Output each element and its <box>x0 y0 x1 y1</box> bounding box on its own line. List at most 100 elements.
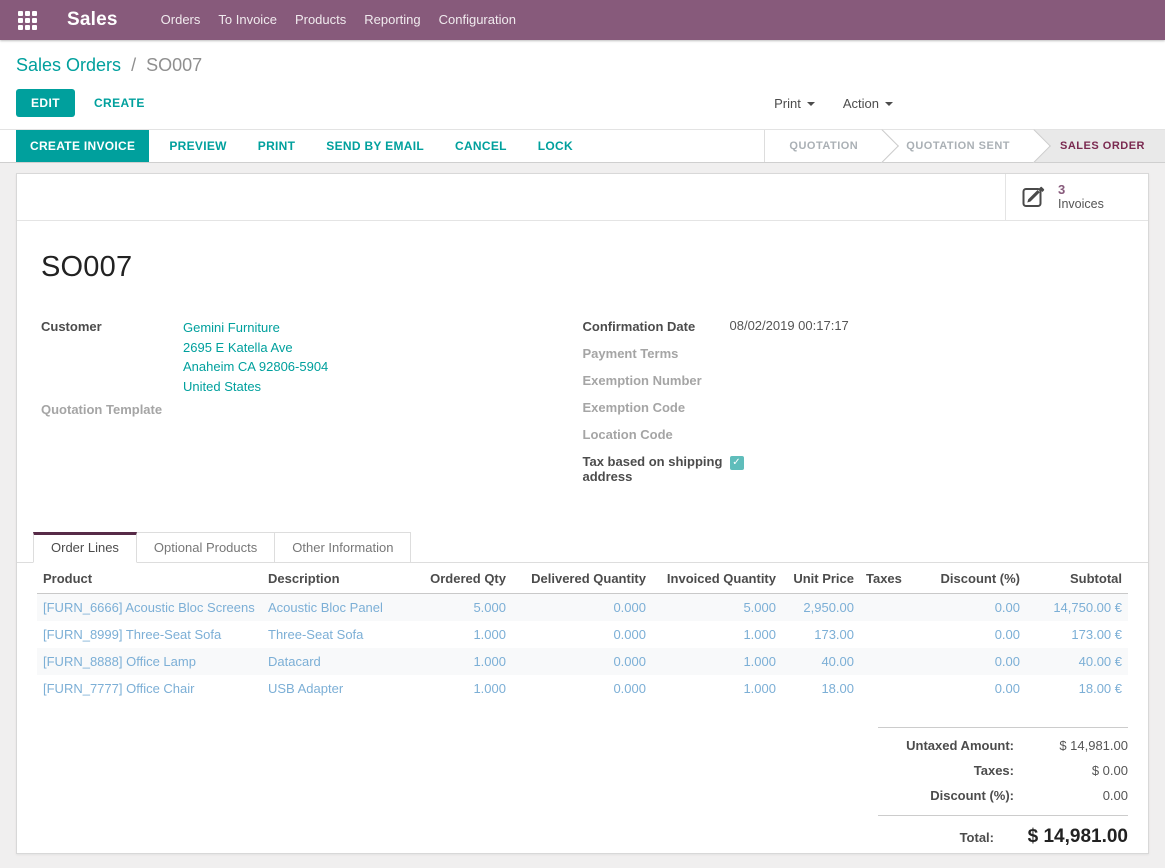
location-code-label: Location Code <box>583 426 730 442</box>
notebook-tabbar: Order Lines Optional Products Other Info… <box>17 532 1148 563</box>
cell-product: [FURN_7777] Office Chair <box>37 675 262 702</box>
control-panel: Sales Orders / SO007 EDIT CREATE Print A… <box>0 40 1165 129</box>
field-groups: Customer Gemini Furniture 2695 E Katella… <box>41 318 1124 495</box>
customer-city[interactable]: Anaheim CA 92806-5904 <box>183 357 328 377</box>
invoices-smart-button[interactable]: 3 Invoices <box>1005 174 1148 220</box>
cell-invoiced: 1.000 <box>652 621 782 648</box>
invoices-label: Invoices <box>1058 197 1104 212</box>
confirmation-date-label: Confirmation Date <box>583 318 730 334</box>
status-step-sales-order[interactable]: SALES ORDER <box>1034 130 1165 162</box>
cell-description: Three-Seat Sofa <box>262 621 417 648</box>
print-dropdown[interactable]: Print <box>774 96 815 111</box>
exemption-number-field: Exemption Number <box>583 372 1125 388</box>
breadcrumb-sales-orders[interactable]: Sales Orders <box>16 55 121 75</box>
cell-invoiced: 1.000 <box>652 675 782 702</box>
cell-description: Datacard <box>262 648 417 675</box>
cell-delivered: 0.000 <box>512 594 652 622</box>
customer-field: Customer Gemini Furniture 2695 E Katella… <box>41 318 583 396</box>
status-step-quotation-sent[interactable]: QUOTATION SENT <box>882 130 1034 162</box>
cell-taxes <box>860 648 918 675</box>
quotation-template-label: Quotation Template <box>41 401 183 417</box>
app-title: Sales <box>67 9 118 31</box>
form-view-background: 3 Invoices SO007 Customer Gemini Furnitu… <box>0 163 1165 868</box>
cell-subtotal: 173.00 € <box>1026 621 1128 648</box>
breadcrumb-separator: / <box>131 55 136 75</box>
create-invoice-button[interactable]: CREATE INVOICE <box>16 130 149 162</box>
create-button[interactable]: CREATE <box>79 89 160 117</box>
cell-subtotal: 18.00 € <box>1026 675 1128 702</box>
breadcrumb-current: SO007 <box>146 55 202 75</box>
cell-delivered: 0.000 <box>512 621 652 648</box>
table-header-row: Product Description Ordered Qty Delivere… <box>37 563 1128 594</box>
cell-description: Acoustic Bloc Panel <box>262 594 417 622</box>
form-sheet: 3 Invoices SO007 Customer Gemini Furnitu… <box>16 173 1149 854</box>
col-subtotal: Subtotal <box>1026 563 1128 594</box>
checkmark-icon: ✓ <box>732 458 740 468</box>
customer-street[interactable]: 2695 E Katella Ave <box>183 338 328 358</box>
order-line-row[interactable]: [FURN_8999] Three-Seat Sofa Three-Seat S… <box>37 621 1128 648</box>
cell-unit-price: 173.00 <box>782 621 860 648</box>
exemption-code-label: Exemption Code <box>583 399 730 415</box>
caret-down-icon <box>885 102 893 106</box>
order-reference-title: SO007 <box>41 251 1124 284</box>
location-code-field: Location Code <box>583 426 1125 442</box>
left-field-group: Customer Gemini Furniture 2695 E Katella… <box>41 318 583 495</box>
menu-products[interactable]: Products <box>286 0 355 40</box>
col-product: Product <box>37 563 262 594</box>
order-line-row[interactable]: [FURN_8888] Office Lamp Datacard 1.000 0… <box>37 648 1128 675</box>
order-line-row[interactable]: [FURN_7777] Office Chair USB Adapter 1.0… <box>37 675 1128 702</box>
menu-reporting[interactable]: Reporting <box>355 0 429 40</box>
caret-down-icon <box>807 102 815 106</box>
col-delivered-qty: Delivered Quantity <box>512 563 652 594</box>
cell-delivered: 0.000 <box>512 648 652 675</box>
taxes-value: $ 0.00 <box>1028 763 1128 778</box>
tab-order-lines[interactable]: Order Lines <box>33 532 137 563</box>
status-pipeline: QUOTATION QUOTATION SENT SALES ORDER <box>764 130 1165 162</box>
order-line-row[interactable]: [FURN_6666] Acoustic Bloc Screens Acoust… <box>37 594 1128 622</box>
discount-value: 0.00 <box>1028 788 1128 803</box>
customer-value: Gemini Furniture 2695 E Katella Ave Anah… <box>183 318 328 396</box>
menu-to-invoice[interactable]: To Invoice <box>209 0 286 40</box>
totals-block: Untaxed Amount: $ 14,981.00 Taxes: $ 0.0… <box>878 727 1128 848</box>
edit-button[interactable]: EDIT <box>16 89 75 117</box>
button-box: 3 Invoices <box>17 174 1148 221</box>
cell-taxes <box>860 621 918 648</box>
customer-country[interactable]: United States <box>183 377 328 397</box>
cell-subtotal: 14,750.00 € <box>1026 594 1128 622</box>
cell-invoiced: 5.000 <box>652 594 782 622</box>
menu-orders[interactable]: Orders <box>152 0 210 40</box>
customer-name-link[interactable]: Gemini Furniture <box>183 318 328 338</box>
col-invoiced-qty: Invoiced Quantity <box>652 563 782 594</box>
menu-configuration[interactable]: Configuration <box>430 0 525 40</box>
preview-button[interactable]: PREVIEW <box>158 130 237 162</box>
lock-button[interactable]: LOCK <box>527 130 584 162</box>
quotation-template-field: Quotation Template <box>41 401 583 417</box>
breadcrumb: Sales Orders / SO007 <box>16 55 1149 76</box>
tax-shipping-checkbox[interactable]: ✓ <box>730 456 744 470</box>
print-button[interactable]: PRINT <box>247 130 307 162</box>
cell-taxes <box>860 594 918 622</box>
print-dropdown-label: Print <box>774 96 801 111</box>
totals-divider <box>878 815 1128 816</box>
cell-unit-price: 18.00 <box>782 675 860 702</box>
cancel-button[interactable]: CANCEL <box>444 130 518 162</box>
action-dropdown[interactable]: Action <box>843 96 893 111</box>
untaxed-amount-row: Untaxed Amount: $ 14,981.00 <box>878 738 1128 753</box>
control-panel-buttons: EDIT CREATE Print Action <box>16 89 1149 117</box>
confirmation-date-field: Confirmation Date 08/02/2019 00:17:17 <box>583 318 1125 334</box>
statusbar: CREATE INVOICE PREVIEW PRINT SEND BY EMA… <box>0 129 1165 163</box>
payment-terms-field: Payment Terms <box>583 345 1125 361</box>
cell-discount: 0.00 <box>918 594 1026 622</box>
tab-optional-products[interactable]: Optional Products <box>136 532 275 563</box>
tax-shipping-label: Tax based on shipping address <box>583 453 730 484</box>
control-panel-actions: Print Action <box>774 96 893 111</box>
col-unit-price: Unit Price <box>782 563 860 594</box>
cell-ordered: 1.000 <box>417 621 512 648</box>
top-navbar: Sales Orders To Invoice Products Reporti… <box>0 0 1165 40</box>
cell-taxes <box>860 675 918 702</box>
status-step-quotation[interactable]: QUOTATION <box>765 130 882 162</box>
apps-grid-icon[interactable] <box>18 11 37 30</box>
cell-product: [FURN_8888] Office Lamp <box>37 648 262 675</box>
tab-other-information[interactable]: Other Information <box>274 532 411 563</box>
send-by-email-button[interactable]: SEND BY EMAIL <box>315 130 435 162</box>
